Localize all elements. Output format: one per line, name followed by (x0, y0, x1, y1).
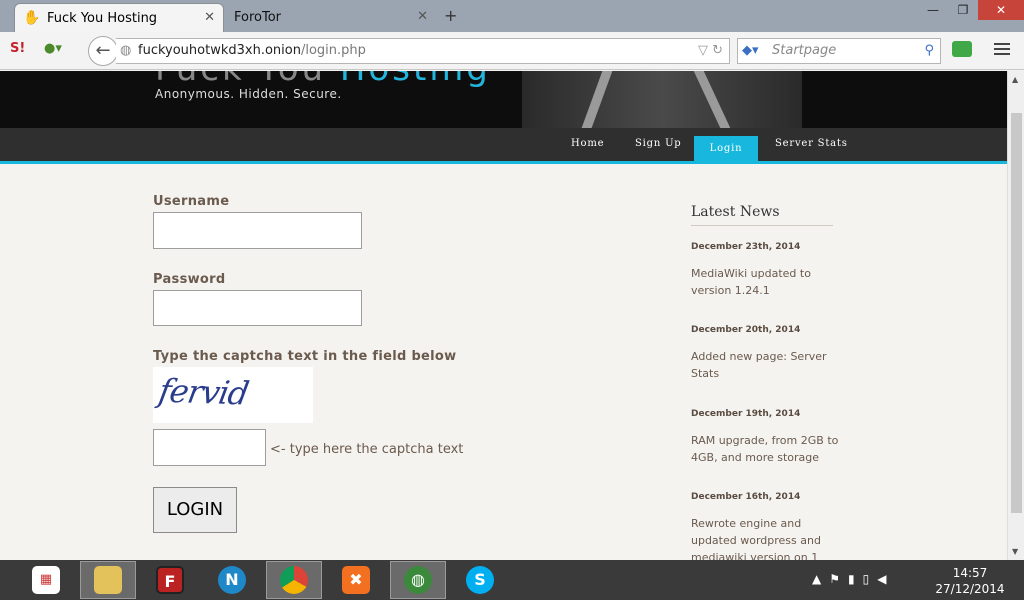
captcha-text: fervid (155, 371, 251, 413)
news-date: December 16th, 2014 (691, 492, 801, 502)
password-input[interactable] (153, 290, 362, 326)
password-label: Password (153, 272, 226, 287)
site-tagline: Anonymous. Hidden. Secure. (155, 87, 342, 101)
captcha-label: Type the captcha text in the field below (153, 349, 457, 364)
page-scrollbar[interactable]: ▲ ▼ (1007, 71, 1024, 560)
folder-icon (94, 566, 122, 594)
search-input[interactable]: ◆▾ Startpage ⚲ (737, 38, 941, 64)
taskbar-skype[interactable]: S (452, 561, 508, 599)
start-button[interactable]: ▦ (18, 561, 74, 599)
tab-label: Fuck You Hosting (47, 10, 158, 26)
clock[interactable]: 14:57 27/12/2014 (930, 565, 1010, 597)
system-tray[interactable]: ▲⚑▮▯◀ (812, 572, 894, 586)
page-content: Fuck You Hosting Anonymous. Hidden. Secu… (0, 71, 1007, 560)
captcha-input[interactable] (153, 429, 266, 466)
nav-login[interactable]: Login (694, 136, 758, 161)
close-tab-icon[interactable]: ✕ (204, 10, 215, 25)
tor-globe-icon: ◍ (404, 566, 432, 594)
news-text: MediaWiki updated to version 1.24.1 (691, 267, 811, 297)
news-date: December 23th, 2014 (691, 242, 801, 252)
logo-text-highlight: Hosting (340, 71, 491, 89)
apps-grid-icon: ▦ (32, 566, 60, 594)
search-icon[interactable]: ⚲ (924, 39, 934, 63)
nav-server-stats[interactable]: Server Stats (775, 138, 848, 149)
filezilla-icon: F (156, 566, 184, 594)
n-app-icon: N (218, 566, 246, 594)
username-label: Username (153, 194, 230, 209)
tab-fuck-you-hosting[interactable]: ✋ Fuck You Hosting ✕ (14, 3, 224, 32)
globe-icon: ◍ (120, 43, 132, 58)
site-header: Fuck You Hosting Anonymous. Hidden. Secu… (0, 71, 1007, 128)
news-text: Added new page: Server Stats (691, 350, 827, 380)
scrollbar-thumb[interactable] (1011, 113, 1022, 513)
taskbar: ▦ F N ✖ ◍ S ▲⚑▮▯◀ 14:57 27/12/2014 (0, 560, 1024, 600)
scroll-up-icon[interactable]: ▲ (1012, 75, 1018, 84)
url-path: /login.php (300, 43, 366, 58)
back-button[interactable]: ← (88, 36, 118, 66)
news-date: December 20th, 2014 (691, 325, 801, 335)
clock-date: 27/12/2014 (935, 582, 1005, 596)
captcha-image: fervid (153, 367, 313, 423)
news-text: RAM upgrade, from 2GB to 4GB, and more s… (691, 434, 839, 464)
captcha-hint: <- type here the captcha text (270, 442, 464, 457)
login-button[interactable]: LOGIN (153, 487, 237, 533)
tab-forotor[interactable]: ForoTor ✕ (226, 3, 436, 32)
site-nav: Home Sign Up Login Server Stats (0, 128, 1007, 164)
username-input[interactable] (153, 212, 362, 249)
window-controls: — ❐ ✕ (918, 0, 1024, 20)
tab-bar: ✋ Fuck You Hosting ✕ ForoTor ✕ + — ❐ ✕ (0, 0, 1024, 32)
taskbar-tor-browser[interactable]: ◍ (390, 561, 446, 599)
scroll-down-icon[interactable]: ▼ (1012, 547, 1018, 556)
search-engine-icon[interactable]: ◆▾ (742, 39, 759, 63)
browser-toolbar: S! ●▾ ← ◍ fuckyouhotwkd3xh.onion/login.p… (0, 32, 1024, 70)
url-host: fuckyouhotwkd3xh.onion (138, 43, 301, 58)
tor-onion-icon[interactable]: ●▾ (44, 41, 62, 56)
maximize-icon[interactable]: ❐ (948, 0, 978, 20)
new-tab-icon[interactable]: + (444, 6, 457, 25)
taskbar-file-explorer[interactable] (80, 561, 136, 599)
search-placeholder: Startpage (772, 43, 837, 58)
skype-icon: S (466, 566, 494, 594)
camera-icon[interactable] (952, 41, 972, 57)
minimize-icon[interactable]: — (918, 0, 948, 20)
news-date: December 19th, 2014 (691, 409, 801, 419)
nav-sign-up[interactable]: Sign Up (635, 138, 682, 149)
taskbar-xampp[interactable]: ✖ (328, 561, 384, 599)
reload-icon[interactable]: ▽ ↻ (698, 39, 723, 63)
url-bar[interactable]: ◍ fuckyouhotwkd3xh.onion/login.php ▽ ↻ (116, 38, 730, 64)
chrome-icon (280, 566, 308, 594)
taskbar-filezilla[interactable]: F (142, 561, 198, 599)
clock-time: 14:57 (952, 566, 988, 580)
close-tab-icon[interactable]: ✕ (417, 9, 428, 24)
tab-label: ForoTor (234, 10, 282, 25)
nav-home[interactable]: Home (571, 138, 604, 149)
addon-si-icon[interactable]: S! (10, 41, 25, 56)
xampp-icon: ✖ (342, 566, 370, 594)
hand-icon: ✋ (23, 10, 41, 26)
taskbar-chrome[interactable] (266, 561, 322, 599)
header-road-image (522, 71, 802, 128)
taskbar-n-app[interactable]: N (204, 561, 260, 599)
menu-icon[interactable] (994, 43, 1010, 58)
close-window-icon[interactable]: ✕ (978, 0, 1024, 20)
latest-news-title: Latest News (691, 204, 833, 226)
news-text: Rewrote engine and updated wordpress and… (691, 517, 821, 560)
